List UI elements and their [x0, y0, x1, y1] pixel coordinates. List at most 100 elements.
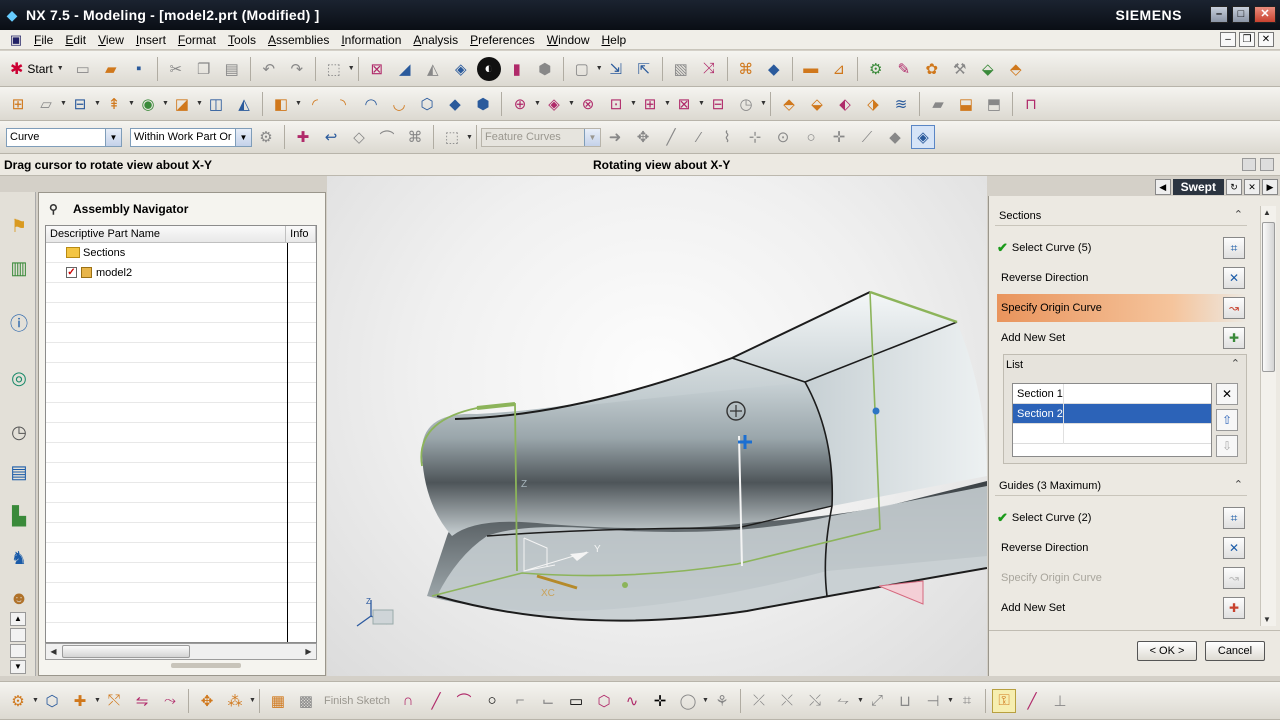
revolve-icon[interactable]: ◉ [136, 92, 160, 116]
dropdown-arrow-icon[interactable]: ▼ [196, 100, 203, 107]
guides-add-new-set-row[interactable]: Add New Set ✚ [997, 594, 1247, 622]
through-curves-icon[interactable]: ⬘ [777, 92, 801, 116]
move-handles-icon[interactable]: ✥ [631, 125, 655, 149]
collapse-icon[interactable]: ⌃ [1234, 478, 1243, 491]
add-component-icon[interactable]: ⬡ [40, 689, 64, 713]
tree-row-model2[interactable]: ✓ model2 [46, 263, 316, 283]
sketch-in-task-icon[interactable]: ▦ [266, 689, 290, 713]
simulation-icon[interactable]: ⚙ [864, 57, 888, 81]
doc-minimize-button[interactable]: – [1220, 32, 1236, 47]
customize-icon[interactable]: ⬘ [1004, 57, 1028, 81]
dropdown-arrow-icon[interactable]: ▼ [664, 100, 671, 107]
origin-curve-icon[interactable]: ↝ [1223, 567, 1245, 589]
resource-scroll-track[interactable] [10, 644, 26, 658]
origin-curve-icon[interactable]: ↝ [1223, 297, 1245, 319]
cone-icon[interactable]: ◭ [232, 92, 256, 116]
dropdown-arrow-icon[interactable]: ▼ [760, 100, 767, 107]
reposition-component-icon[interactable]: ⇋ [130, 689, 154, 713]
stop-at-intersection-icon[interactable]: ⌒ [375, 125, 399, 149]
scroll-thumb[interactable] [62, 645, 190, 658]
replace-face-icon[interactable]: ◈ [542, 92, 566, 116]
dialog-back-icon[interactable]: ◀ [1154, 179, 1171, 195]
swept-icon[interactable]: ⬖ [833, 92, 857, 116]
extrude-icon[interactable]: ⇞ [102, 92, 126, 116]
snap-bounded-grid-icon[interactable]: ◈ [911, 125, 935, 149]
snap-point-icon[interactable]: ◆ [762, 57, 786, 81]
line-snap-icon[interactable]: ╱ [1020, 689, 1044, 713]
unite-icon[interactable]: ◧ [269, 92, 293, 116]
list-item[interactable]: Section 1 [1013, 384, 1211, 404]
guides-select-curve-row[interactable]: ✔ Select Curve (2) ⌗ [997, 504, 1247, 532]
sections-reverse-direction-row[interactable]: Reverse Direction ✕ [997, 264, 1247, 292]
section-view-icon[interactable]: ▮ [505, 57, 529, 81]
ortho-snap-icon[interactable]: ⊥ [1048, 689, 1072, 713]
snap-arc-center-icon[interactable]: ⊙ [771, 125, 795, 149]
draft-icon[interactable]: ◡ [387, 92, 411, 116]
sections-add-new-set-row[interactable]: Add New Set ✚ [997, 324, 1247, 352]
dropdown-arrow-icon[interactable]: ▼ [249, 697, 256, 704]
dropdown-arrow-icon[interactable]: ▼ [94, 697, 101, 704]
select-object-icon[interactable]: ⬚ [322, 57, 346, 81]
move-face-icon[interactable]: ⊕ [508, 92, 532, 116]
render-style-icon[interactable]: ◐ [476, 56, 501, 81]
menu-edit[interactable]: Edit [59, 33, 92, 47]
face-rule-icon[interactable]: ◇ [347, 125, 371, 149]
list-item-selected[interactable]: Section 2 [1013, 404, 1211, 424]
move-up-icon[interactable]: ⇧ [1216, 409, 1238, 431]
forward-arrow-icon[interactable]: ➜ [603, 125, 627, 149]
snap-existing-point-icon[interactable]: ✛ [827, 125, 851, 149]
dropdown-arrow-icon[interactable]: ▼ [596, 65, 603, 72]
trim-body-icon[interactable]: ⬡ [415, 92, 439, 116]
analysis-icon[interactable]: ⌘ [734, 57, 758, 81]
hidden-edges-icon[interactable]: ⬢ [533, 57, 557, 81]
snap-control-point-icon[interactable]: ⌇ [715, 125, 739, 149]
layer-settings-icon[interactable]: ▧ [669, 57, 693, 81]
copy-face-icon[interactable]: ⊞ [638, 92, 662, 116]
polygon-icon[interactable]: ⬡ [592, 689, 616, 713]
mate-component-icon[interactable]: ⤲ [102, 689, 126, 713]
assembly-navigator-icon[interactable]: ⚑ [6, 212, 32, 240]
circle-icon[interactable]: ○ [480, 689, 504, 713]
sketch-icon[interactable]: ⊞ [6, 92, 30, 116]
shell-icon[interactable]: ◠ [359, 92, 383, 116]
assembly-tools-icon[interactable]: ⚙ [6, 689, 30, 713]
checkbox-checked-icon[interactable]: ✓ [66, 267, 77, 278]
process-studio-icon[interactable]: ▙ [6, 502, 32, 530]
measure-distance-icon[interactable]: ▬ [799, 57, 823, 81]
rectangle-icon[interactable]: ▭ [564, 689, 588, 713]
paint-icon[interactable]: ✎ [892, 57, 916, 81]
curve-rule-icon[interactable]: ↩ [319, 125, 343, 149]
orient-view-icon[interactable]: ⇲ [604, 57, 628, 81]
delete-face-icon[interactable]: ⊗ [576, 92, 600, 116]
chamfer-sketch-icon[interactable]: ⌙ [536, 689, 560, 713]
resource-scroll-up-icon[interactable]: ▲ [10, 612, 26, 626]
status-indicator-icon[interactable] [1242, 158, 1256, 171]
dropdown-arrow-icon[interactable]: ▼ [60, 100, 67, 107]
mirror-curve-icon[interactable]: ⥊ [831, 689, 855, 713]
roles-icon[interactable]: ☻ [6, 584, 32, 612]
line-icon[interactable]: ╱ [424, 689, 448, 713]
offset-region-icon[interactable]: ⊟ [706, 92, 730, 116]
panel-resize-grip[interactable] [171, 663, 241, 668]
pin-icon[interactable]: ⚲ [49, 202, 63, 216]
select-curve-icon[interactable]: ⌗ [1223, 237, 1245, 259]
quick-extend-icon[interactable]: ⤬ [775, 689, 799, 713]
snap-intersection-icon[interactable]: ⊹ [743, 125, 767, 149]
geometric-constraint-icon[interactable]: ⊔ [893, 689, 917, 713]
scroll-down-icon[interactable]: ▼ [1263, 615, 1271, 624]
wcs-icon[interactable]: ⇱ [632, 57, 656, 81]
dropdown-arrow-icon[interactable]: ▼ [947, 697, 954, 704]
redo-icon[interactable]: ↷ [285, 57, 309, 81]
reuse-library-icon[interactable]: ▤ [6, 458, 32, 486]
doc-close-button[interactable]: ✕ [1258, 32, 1274, 47]
pattern-curve-icon[interactable]: ⚘ [710, 689, 734, 713]
sequence-icon[interactable]: ⁂ [223, 689, 247, 713]
scroll-up-icon[interactable]: ▲ [1263, 208, 1271, 217]
color-palette-icon[interactable]: ✿ [920, 57, 944, 81]
rectangle-select-icon[interactable]: ⬚ [440, 125, 464, 149]
information-icon[interactable]: ⓘ [6, 310, 32, 338]
patch-icon[interactable]: ⬒ [982, 92, 1006, 116]
guides-specify-origin-row[interactable]: Specify Origin Curve ↝ [997, 564, 1247, 592]
quick-trim-icon[interactable]: ⤫ [747, 689, 771, 713]
mechanism-icon[interactable]: ⚒ [948, 57, 972, 81]
